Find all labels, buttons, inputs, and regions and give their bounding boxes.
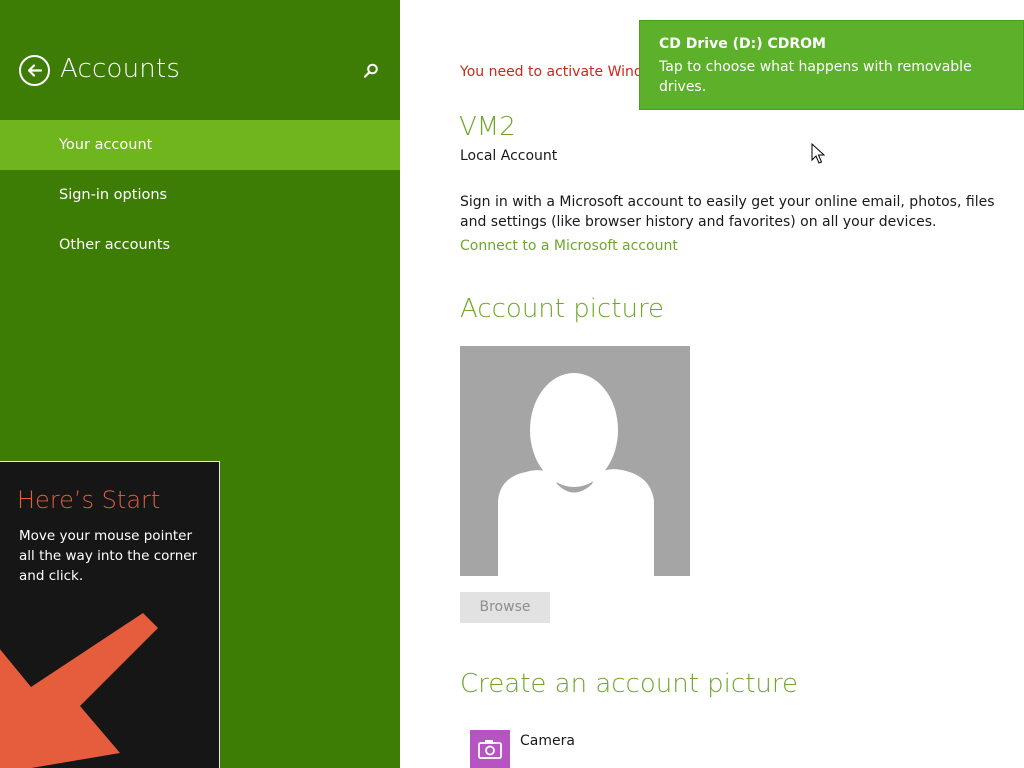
signin-description: Sign in with a Microsoft account to easi…	[460, 194, 995, 230]
search-icon	[363, 63, 378, 78]
browse-button[interactable]: Browse	[460, 592, 550, 623]
cd-drive-toast[interactable]: CD Drive (D:) CDROM Tap to choose what h…	[639, 20, 1024, 110]
camera-app-label[interactable]: Camera	[520, 733, 575, 749]
avatar	[460, 346, 690, 576]
sidebar-item-other-accounts[interactable]: Other accounts	[0, 220, 400, 270]
account-name: VM2	[459, 112, 516, 142]
sidebar-item-label: Your account	[59, 137, 153, 153]
search-button[interactable]	[362, 62, 380, 80]
sidebar-title: Accounts	[60, 54, 181, 84]
account-type: Local Account	[460, 148, 558, 164]
sidebar-item-label: Sign-in options	[59, 187, 168, 203]
toast-title: CD Drive (D:) CDROM	[659, 36, 826, 52]
mouse-pointer-icon	[811, 143, 825, 164]
camera-icon	[478, 740, 502, 759]
arrow-down-left-icon	[0, 613, 158, 768]
account-picture-heading: Account picture	[460, 294, 665, 324]
start-tip-body: Move your mouse pointer all the way into…	[19, 528, 198, 584]
back-button[interactable]	[19, 55, 50, 86]
sidebar-item-your-account[interactable]: Your account	[0, 120, 400, 170]
sidebar-item-label: Other accounts	[59, 237, 171, 253]
arrow-left-icon	[27, 64, 43, 77]
start-tip-panel: Here’s Start Move your mouse pointer all…	[0, 461, 220, 768]
user-silhouette-icon	[498, 373, 654, 576]
start-tip-title: Here’s Start	[17, 486, 161, 514]
connect-microsoft-account-link[interactable]: Connect to a Microsoft account	[460, 238, 678, 254]
toast-body: Tap to choose what happens with removabl…	[659, 59, 972, 95]
camera-app-tile[interactable]	[470, 730, 510, 768]
create-account-picture-heading: Create an account picture	[460, 669, 798, 699]
sidebar-item-sign-in-options[interactable]: Sign-in options	[0, 170, 400, 220]
